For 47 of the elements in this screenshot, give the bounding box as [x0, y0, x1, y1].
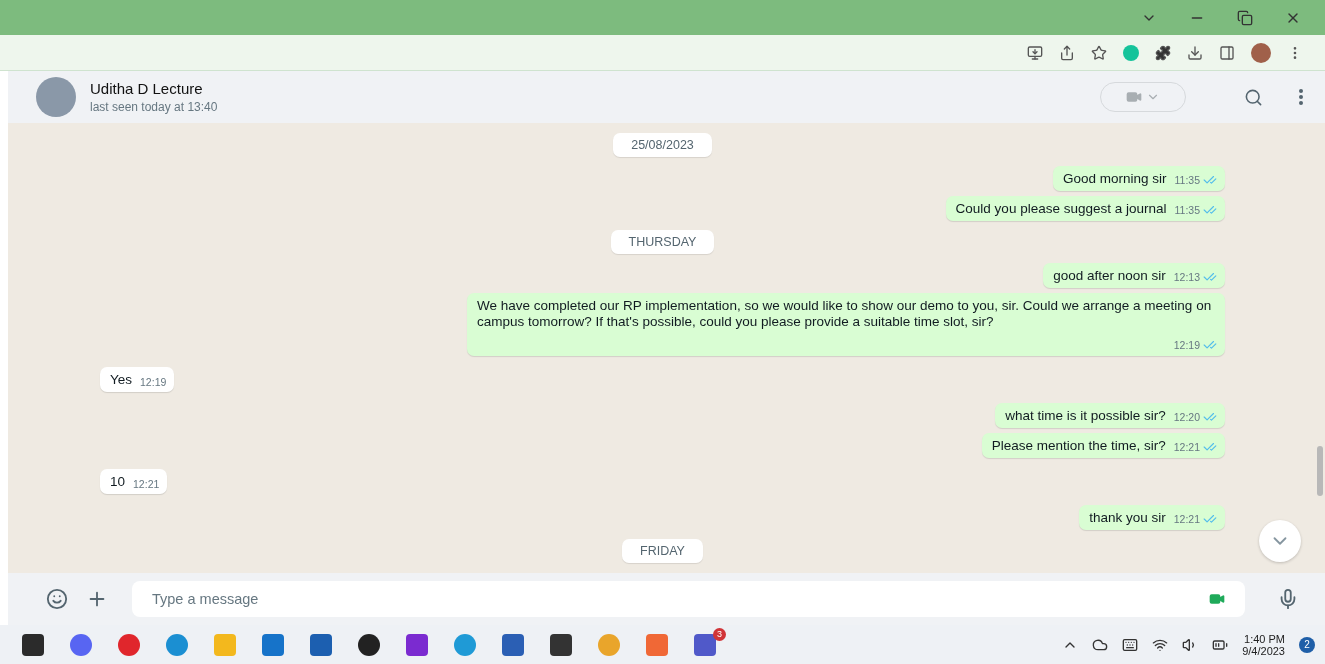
video-camera-icon[interactable] — [1209, 591, 1225, 607]
menu-button[interactable] — [1299, 89, 1303, 105]
message-time: 12:19 — [140, 376, 167, 388]
message-text: good after noon sir — [1053, 268, 1166, 284]
message-time: 11:35 — [1174, 204, 1200, 216]
message-text: Could you please suggest a journal — [955, 201, 1167, 217]
message-time: 12:20 — [1173, 411, 1200, 423]
install-icon[interactable] — [1027, 44, 1043, 61]
search-button[interactable] — [1244, 87, 1263, 107]
video-camera-icon — [1126, 89, 1142, 105]
clock-time[interactable]: 1:40 PM — [1244, 632, 1285, 645]
message-time: 12:21 — [1173, 441, 1200, 453]
last-seen-status: last seen today at 13:40 — [90, 100, 219, 114]
message-time: 12:19 — [1173, 339, 1200, 351]
star-icon[interactable] — [1091, 44, 1107, 61]
message-text: 10 — [110, 474, 126, 490]
panel-icon[interactable] — [1219, 44, 1235, 61]
message-time: 12:21 — [133, 478, 160, 490]
message-time: 11:35 — [1174, 174, 1200, 186]
message-text: thank you sir — [1089, 510, 1166, 526]
restore-icon[interactable] — [1237, 9, 1253, 26]
menu-icon — [1299, 89, 1303, 105]
contact-name: Uditha D Lecture — [90, 80, 204, 97]
avatar-icon[interactable] — [1251, 42, 1271, 63]
date-chip: THURSDAY — [610, 230, 715, 254]
square-icon[interactable] — [646, 633, 668, 656]
notification-count[interactable]: 2 — [1299, 636, 1315, 653]
message-input[interactable]: Type a message — [132, 581, 1245, 617]
message-text: Yes — [110, 372, 133, 388]
avatar[interactable] — [36, 77, 76, 117]
date-chip: 25/08/2023 — [613, 133, 712, 157]
puzzle-icon[interactable] — [1155, 44, 1171, 61]
clock-date[interactable]: 9/4/2023 — [1242, 644, 1285, 657]
scrollbar[interactable] — [1317, 446, 1323, 496]
download-icon[interactable] — [1187, 44, 1203, 61]
keyboard-icon[interactable] — [1122, 636, 1139, 653]
message-text: what time is it possible sir? — [1005, 408, 1166, 424]
message-text: We have completed our RP implementation, so we would like to show our demo to you, sir. Could we arrange a meeting on campus tomorrow? If that's possible, could you please provide a suitable time slot, sir? — [477, 298, 1213, 330]
message-time: 12:21 — [1173, 513, 1200, 525]
emoji-button[interactable] — [46, 588, 68, 610]
message-text: Good morning sir — [1062, 171, 1167, 187]
notification-badge: 3 — [713, 627, 726, 641]
square-icon[interactable] — [406, 633, 428, 656]
message-time: 12:13 — [1173, 271, 1200, 283]
share-icon[interactable] — [1059, 44, 1075, 61]
date-chip: FRIDAY — [622, 539, 703, 563]
message-text: Please mention the time, sir? — [991, 438, 1166, 454]
